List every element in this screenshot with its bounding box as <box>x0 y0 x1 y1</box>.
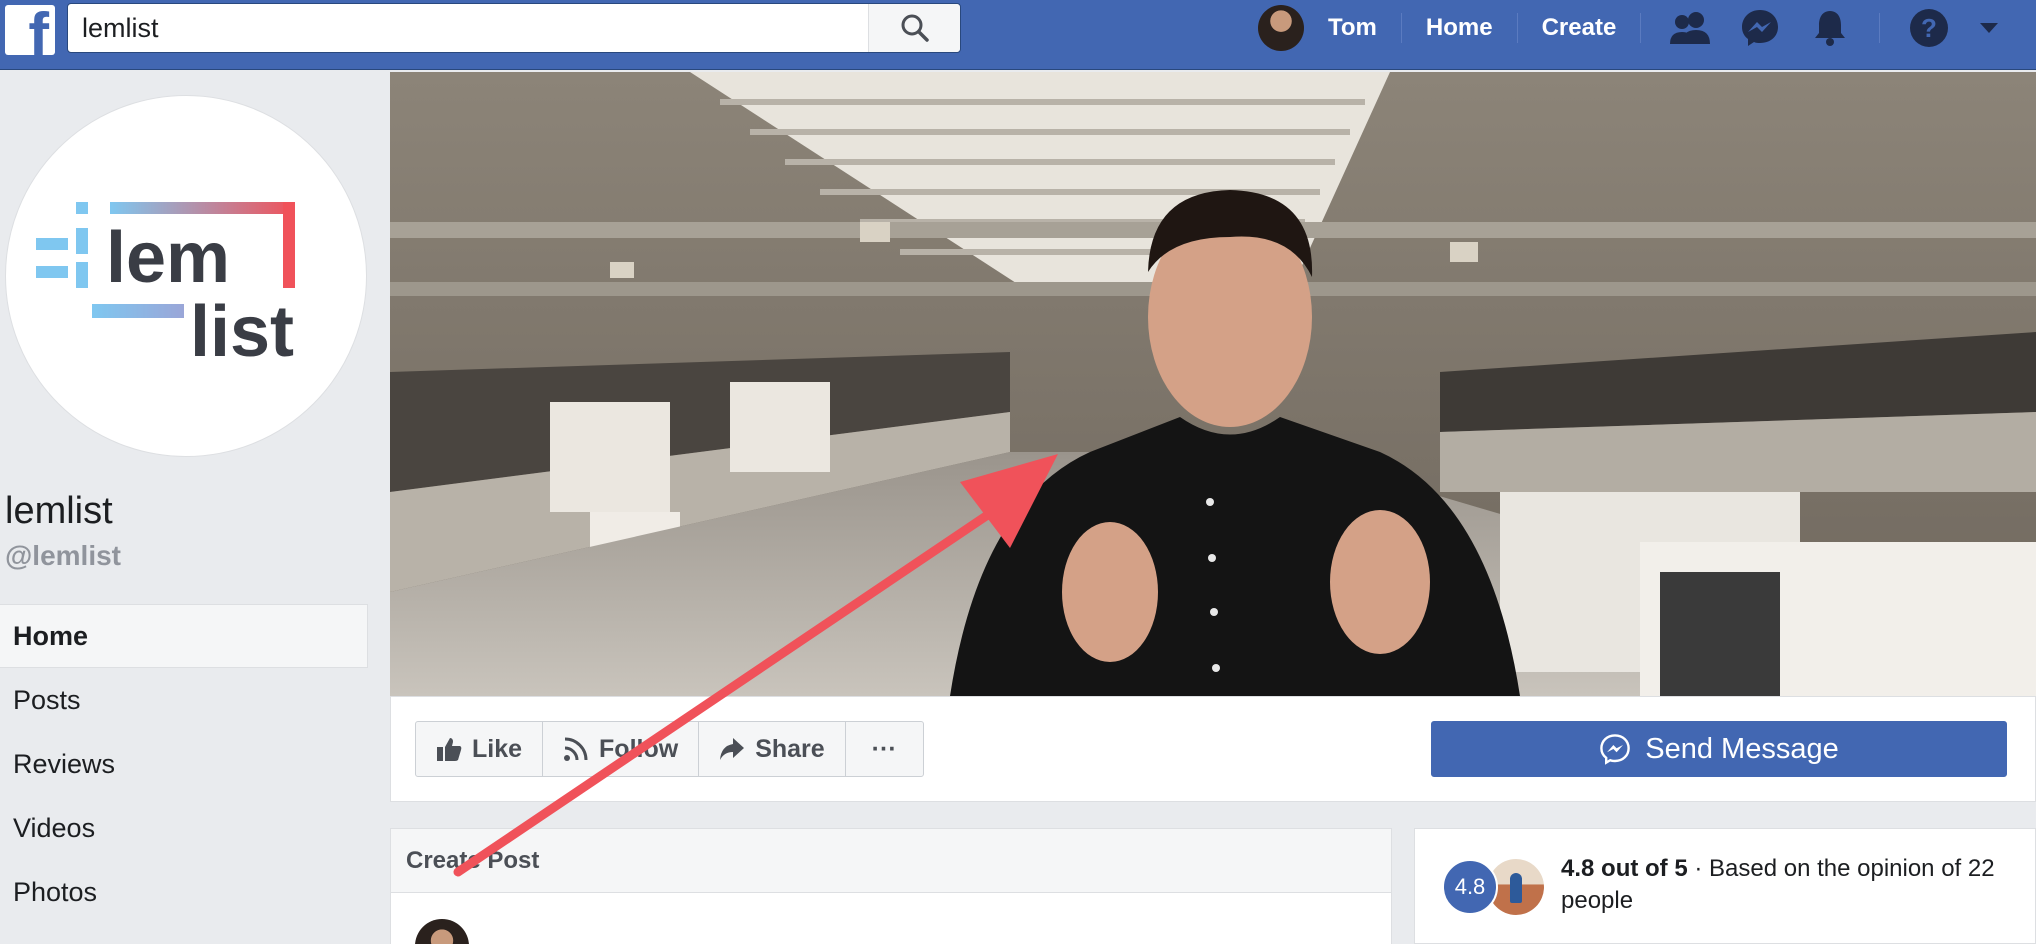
send-message-label: Send Message <box>1645 732 1839 765</box>
create-post-card: Create Post <box>390 828 1392 944</box>
top-nav-bar: f Tom Home Create <box>0 0 2036 70</box>
help-button[interactable]: ? <box>1894 0 1964 56</box>
rss-follow-icon <box>564 737 588 761</box>
user-avatar[interactable] <box>1258 5 1304 51</box>
messenger-icon <box>1742 10 1779 46</box>
create-post-title[interactable]: Create Post <box>391 829 1391 893</box>
svg-text:lem: lem <box>106 218 230 298</box>
search-input[interactable] <box>82 4 862 52</box>
page-action-bar: Like Follow Share ··· Send Message <box>390 696 2036 802</box>
nav-divider <box>1879 13 1881 43</box>
composer-avatar <box>415 919 469 944</box>
rating-badge: 4.8 <box>1442 859 1498 915</box>
send-message-button[interactable]: Send Message <box>1431 721 2007 777</box>
share-label: Share <box>755 734 825 763</box>
rating-summary: 4.8 out of 5 · Based on the opinion of 2… <box>1561 853 2021 917</box>
notifications-button[interactable] <box>1795 0 1865 56</box>
lemlist-logo: lem list <box>36 202 295 372</box>
share-button[interactable]: Share <box>699 722 846 776</box>
help-icon: ? <box>1910 9 1949 47</box>
svg-text:?: ? <box>1921 13 1937 43</box>
rating-score[interactable]: 4.8 out of 5 <box>1561 855 1688 882</box>
search-icon <box>901 14 929 42</box>
sidebar-item-home[interactable]: Home <box>0 604 368 668</box>
rating-separator: · <box>1687 855 1710 882</box>
messenger-icon <box>1600 734 1631 765</box>
nav-user-name[interactable]: Tom <box>1318 14 1387 42</box>
follow-button[interactable]: Follow <box>543 722 700 776</box>
share-icon <box>720 738 745 760</box>
svg-text:list: list <box>190 292 294 372</box>
nav-right: Tom Home Create ? <box>1258 0 2014 56</box>
account-menu-button[interactable] <box>1964 0 2014 56</box>
friends-icon <box>1670 12 1711 44</box>
sidebar-item-photos[interactable]: Photos <box>0 860 368 924</box>
nav-divider <box>1516 13 1518 43</box>
sidebar-item-posts[interactable]: Posts <box>0 668 368 732</box>
like-label: Like <box>472 734 523 763</box>
follow-label: Follow <box>599 734 679 763</box>
nav-create-link[interactable]: Create <box>1532 14 1627 42</box>
sidebar-item-reviews[interactable]: Reviews <box>0 732 368 796</box>
like-button[interactable]: Like <box>416 722 544 776</box>
caret-down-icon <box>1980 23 1999 33</box>
thumbs-up-icon <box>437 738 462 761</box>
friend-requests-button[interactable] <box>1655 0 1725 56</box>
nav-divider <box>1640 13 1642 43</box>
bell-icon <box>1815 11 1846 46</box>
nav-home-link[interactable]: Home <box>1416 14 1503 42</box>
more-options-button[interactable]: ··· <box>846 722 923 776</box>
facebook-logo-icon[interactable]: f <box>5 5 55 55</box>
sidebar-item-videos[interactable]: Videos <box>0 796 368 860</box>
cover-image <box>390 72 2036 696</box>
rating-card: 4.8 4.8 out of 5 · Based on the opinion … <box>1414 828 2036 944</box>
messenger-button[interactable] <box>1725 0 1795 56</box>
cover-video[interactable] <box>390 72 2036 696</box>
action-button-group: Like Follow Share ··· <box>415 721 924 777</box>
page-sidebar-nav: Home Posts Reviews Videos Photos <box>0 604 368 924</box>
nav-divider <box>1400 13 1402 43</box>
search-box <box>67 3 961 53</box>
page-name: lemlist <box>5 490 113 532</box>
page-profile-picture[interactable]: lem list <box>6 96 366 456</box>
more-dots-icon: ··· <box>871 734 897 763</box>
page-handle[interactable]: @lemlist <box>5 540 121 572</box>
search-button[interactable] <box>868 4 960 52</box>
